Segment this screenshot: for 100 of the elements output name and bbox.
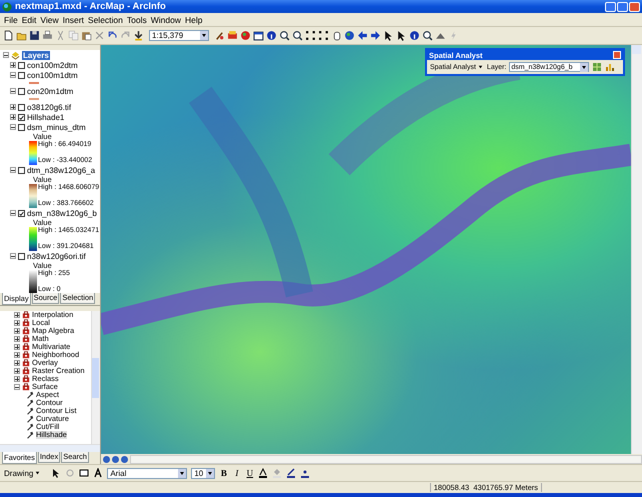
- marker-color-icon[interactable]: [300, 468, 310, 478]
- underline-button[interactable]: U: [245, 468, 254, 478]
- expand-toggle[interactable]: [14, 384, 20, 390]
- menu-item[interactable]: View: [40, 14, 59, 24]
- caret-icon[interactable]: [178, 468, 186, 478]
- expand-toggle[interactable]: [14, 368, 20, 374]
- back-arrow-icon[interactable]: [357, 30, 368, 41]
- data-frame-label[interactable]: Layers: [22, 50, 50, 60]
- zoom-in-icon[interactable]: [279, 30, 290, 41]
- expand-toggle[interactable]: [10, 88, 16, 94]
- data-view-button[interactable]: [103, 456, 110, 462]
- caret-icon[interactable]: [206, 468, 214, 478]
- font-color-icon[interactable]: [258, 468, 268, 478]
- expand-toggle[interactable]: [14, 336, 20, 342]
- layer-checkbox[interactable]: [18, 166, 25, 174]
- toolbox-icon[interactable]: [227, 30, 238, 41]
- ball-icon[interactable]: [240, 30, 251, 41]
- paste-icon[interactable]: [81, 30, 92, 41]
- menu-item[interactable]: Window: [150, 14, 181, 24]
- layer-name[interactable]: con20m1dtm: [27, 86, 74, 96]
- layer-checkbox[interactable]: [18, 104, 25, 110]
- close-button[interactable]: [613, 51, 621, 59]
- font-dropdown[interactable]: Arial: [107, 468, 188, 478]
- expand-toggle[interactable]: [10, 114, 16, 120]
- layer-checkbox[interactable]: [18, 88, 25, 94]
- maximize-button[interactable]: [617, 2, 628, 12]
- new-document-icon[interactable]: [3, 30, 14, 41]
- bold-button[interactable]: B: [219, 468, 228, 478]
- layer-name[interactable]: dsm_minus_dtm: [27, 122, 86, 132]
- menu-item[interactable]: File: [4, 14, 18, 24]
- forward-arrow-icon[interactable]: [370, 30, 381, 41]
- vertical-scrollbar[interactable]: [91, 311, 100, 444]
- expand-toggle[interactable]: [10, 253, 16, 259]
- pointer-icon[interactable]: [396, 30, 407, 41]
- editor-icon[interactable]: [214, 30, 225, 41]
- layer-checkbox[interactable]: [18, 252, 25, 260]
- font-size-dropdown[interactable]: 10: [191, 468, 216, 478]
- expand-toggle[interactable]: [10, 167, 16, 173]
- layer-checkbox[interactable]: [18, 124, 25, 130]
- caret-icon[interactable]: [200, 31, 208, 40]
- horizontal-scrollbar[interactable]: [130, 454, 642, 464]
- save-icon[interactable]: [29, 30, 40, 41]
- line-color-icon[interactable]: [286, 468, 296, 478]
- menu-item[interactable]: Insert: [62, 14, 84, 24]
- expand-toggle[interactable]: [14, 320, 20, 326]
- refresh-button[interactable]: [121, 456, 128, 462]
- layer-name[interactable]: con100m2dtm: [27, 60, 78, 70]
- pointer-icon[interactable]: [51, 468, 62, 478]
- color-ramp: [29, 184, 37, 208]
- fill-color-icon[interactable]: [272, 468, 282, 478]
- expand-toggle[interactable]: [10, 210, 16, 216]
- expand-toggle[interactable]: [14, 360, 20, 366]
- layout-view-button[interactable]: [112, 456, 119, 462]
- fixed-zoom-out-icon[interactable]: [318, 30, 329, 41]
- layer-name[interactable]: n38w120g6ori.tif: [27, 252, 86, 260]
- layer-name[interactable]: con100m1dtm: [27, 70, 78, 80]
- open-folder-icon[interactable]: [16, 30, 27, 41]
- histogram-icon[interactable]: [605, 62, 616, 72]
- menu-item[interactable]: Help: [184, 14, 202, 24]
- layer-name[interactable]: dtm_n38w120g6_a: [27, 166, 96, 174]
- expand-toggle[interactable]: [14, 352, 20, 358]
- expand-toggle[interactable]: [14, 328, 20, 334]
- layer-checkbox[interactable]: [18, 72, 25, 78]
- layer-checkbox[interactable]: [18, 114, 25, 120]
- contour-tool-icon[interactable]: [592, 62, 602, 72]
- caret-icon[interactable]: [580, 62, 588, 72]
- fixed-zoom-in-icon[interactable]: [305, 30, 316, 41]
- expand-toggle[interactable]: [14, 376, 20, 382]
- add-data-icon[interactable]: [133, 30, 144, 41]
- undo-icon[interactable]: [107, 30, 118, 41]
- layer-checkbox[interactable]: [18, 62, 25, 68]
- identify-icon[interactable]: [409, 30, 420, 41]
- menu-item[interactable]: Tools: [126, 14, 147, 24]
- collapse-toggle[interactable]: [3, 52, 9, 58]
- globe-icon[interactable]: [344, 30, 355, 41]
- expand-toggle[interactable]: [14, 312, 20, 318]
- close-button[interactable]: [629, 2, 640, 12]
- layer-name[interactable]: Hillshade1: [27, 112, 64, 122]
- drawing-menu[interactable]: Drawing: [4, 468, 42, 478]
- expand-toggle[interactable]: [10, 124, 16, 130]
- select-features-icon[interactable]: [383, 30, 394, 41]
- italic-button[interactable]: I: [232, 468, 242, 478]
- menu-item[interactable]: Selection: [88, 14, 123, 24]
- expand-toggle[interactable]: [10, 72, 16, 78]
- layer-name[interactable]: o38120g6.tif: [27, 102, 72, 112]
- layer-name[interactable]: dsm_n38w120g6_b: [27, 208, 97, 218]
- window-icon[interactable]: [253, 30, 264, 41]
- expand-toggle[interactable]: [10, 104, 16, 110]
- vertical-scrollbar[interactable]: [631, 45, 642, 454]
- menu-item[interactable]: Edit: [22, 14, 36, 24]
- expand-toggle[interactable]: [10, 62, 16, 68]
- print-icon[interactable]: [42, 30, 53, 41]
- zoom-out-icon[interactable]: [292, 30, 303, 41]
- map-scale-dropdown[interactable]: 1:15,379: [149, 30, 209, 41]
- layer-checkbox[interactable]: [18, 210, 25, 216]
- expand-toggle[interactable]: [14, 344, 20, 350]
- minimize-button[interactable]: [605, 2, 616, 12]
- horizontal-scrollbar[interactable]: [0, 444, 100, 452]
- rectangle-icon[interactable]: [79, 468, 90, 478]
- new-text-icon[interactable]: [93, 468, 104, 478]
